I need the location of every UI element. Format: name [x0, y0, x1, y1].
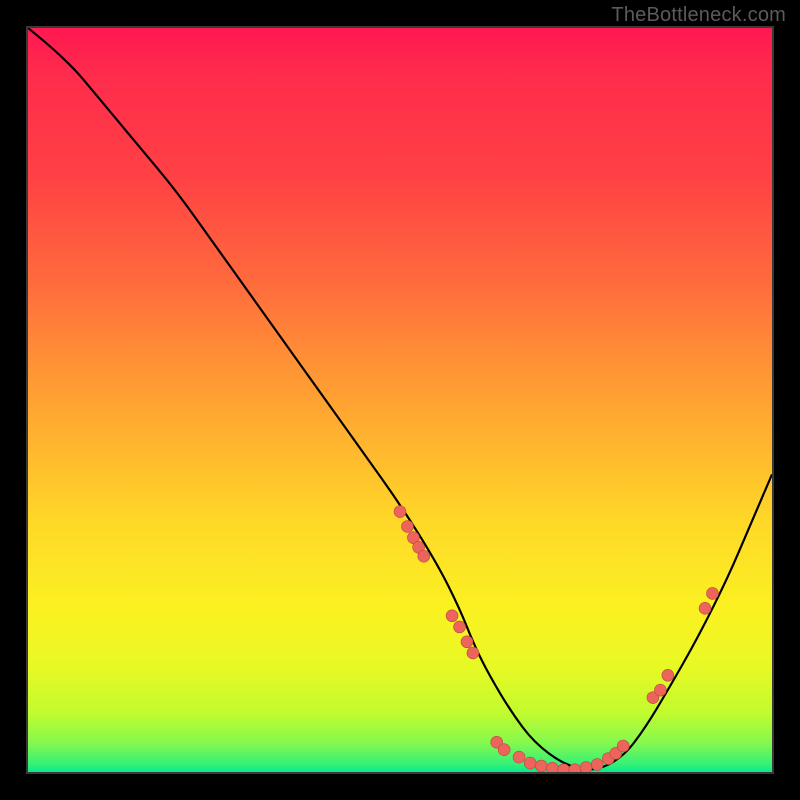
data-marker [617, 740, 629, 752]
data-marker [513, 751, 525, 763]
marker-group [394, 506, 718, 772]
chart-svg [28, 28, 772, 772]
chart-frame [26, 26, 774, 774]
data-marker [524, 757, 536, 769]
data-marker [418, 550, 430, 562]
data-marker [591, 759, 603, 771]
data-marker [580, 762, 592, 772]
attribution-text: TheBottleneck.com [611, 4, 786, 27]
data-marker [535, 760, 547, 772]
data-marker [707, 587, 719, 599]
data-marker [454, 621, 466, 633]
data-marker [446, 610, 458, 622]
bottleneck-curve [28, 28, 772, 770]
data-marker [699, 602, 711, 614]
data-marker [498, 744, 510, 756]
data-marker [467, 647, 479, 659]
data-marker [461, 636, 473, 648]
data-marker [394, 506, 406, 518]
data-marker [654, 684, 666, 696]
data-marker [547, 762, 559, 772]
data-marker [662, 669, 674, 681]
data-marker [401, 521, 413, 533]
